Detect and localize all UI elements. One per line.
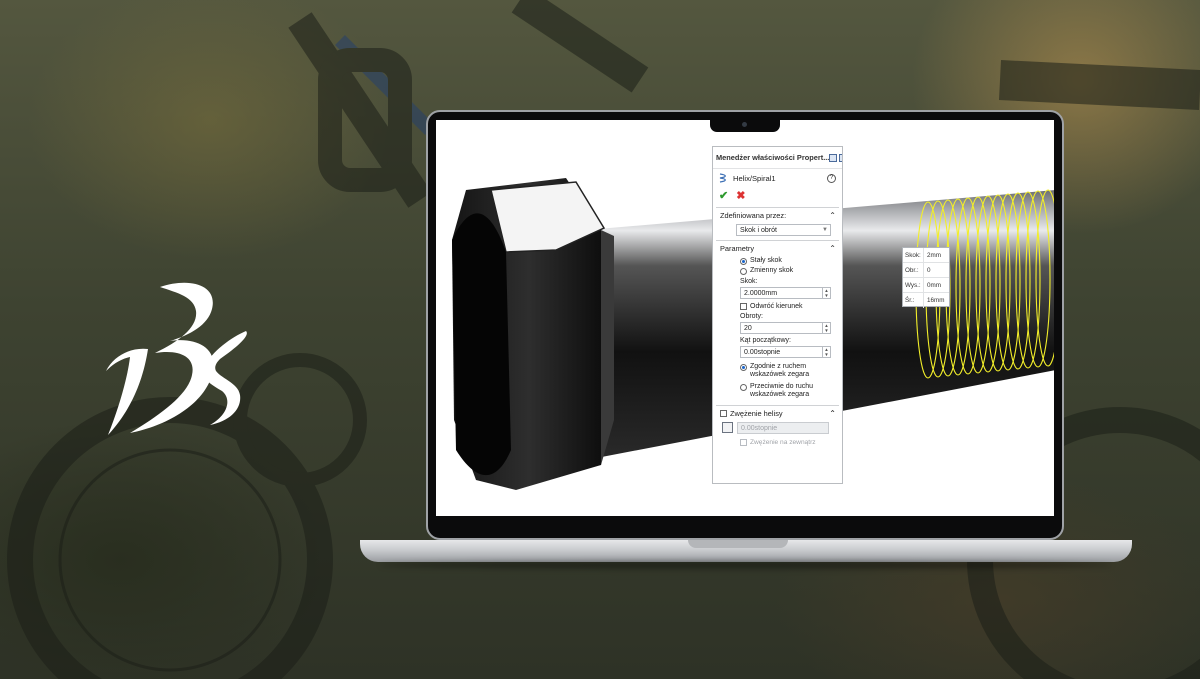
property-manager-panel: Menedżer właściwości Propert... Helix/Sp…: [712, 146, 843, 484]
taper-angle-input: 0.00stopnie: [737, 422, 829, 434]
callout-row: Skok: 2mm: [903, 248, 949, 263]
property-manager-title: Menedżer właściwości Propert...: [716, 153, 830, 162]
taper-checkbox[interactable]: [720, 409, 727, 417]
push-pin-icon[interactable]: [839, 153, 842, 162]
radio-icon[interactable]: [740, 268, 747, 275]
dimension-callout[interactable]: Skok: 2mm Obr.: 0 Wys.: 0mm Śr.: 16mm: [902, 247, 950, 308]
pitch-value: 2.0000mm: [744, 289, 778, 297]
accept-check-icon[interactable]: ✔: [719, 189, 728, 202]
revolutions-label: Obroty:: [740, 313, 763, 320]
callout-value[interactable]: 2mm: [924, 252, 941, 259]
callout-value[interactable]: 16mm: [924, 297, 945, 304]
reverse-direction-label: Odwróć kierunek: [750, 303, 803, 310]
cancel-x-icon[interactable]: ✖: [736, 189, 745, 202]
checkbox-icon: [740, 439, 747, 446]
start-angle-value: 0.00stopnie: [744, 348, 781, 356]
start-angle-label: Kąt początkowy:: [740, 337, 791, 344]
3ds-logo-icon: [106, 282, 247, 435]
chevron-up-icon[interactable]: ⌃: [829, 244, 836, 253]
counterclockwise-radio[interactable]: Przeciwnie do ruchu wskazówek zegara: [716, 383, 839, 399]
checkbox-icon[interactable]: [740, 303, 747, 310]
defined-by-label: Zdefiniowana przez:: [720, 210, 787, 220]
chevron-down-icon: ▼: [822, 227, 828, 233]
camera-icon: [742, 122, 747, 127]
counterclockwise-label-line1: Przeciwnie do ruchu: [750, 383, 814, 390]
spin-arrows-icon[interactable]: ▲ ▼: [822, 288, 830, 298]
callout-row: Obr.: 0: [903, 263, 949, 278]
clockwise-label-line2: wskazówek zegara: [750, 371, 810, 378]
confirm-row: ✔ ✖: [713, 187, 842, 203]
revolutions-input[interactable]: 20 ▲ ▼: [740, 322, 831, 334]
parameters-group: Parametry ⌃ Stały skok Zmienny skok Skok…: [716, 240, 839, 399]
taper-header[interactable]: Zwężenie helisy ⌃: [716, 406, 839, 420]
variable-pitch-radio[interactable]: Zmienny skok: [716, 267, 839, 275]
radio-selected-icon[interactable]: [740, 258, 747, 265]
callout-row: Wys.: 0mm: [903, 278, 949, 293]
laptop-shadow: [380, 561, 1112, 569]
taper-angle-value: 0.00stopnie: [741, 424, 778, 432]
defined-by-header[interactable]: Zdefiniowana przez: ⌃: [716, 208, 839, 222]
reverse-direction-checkbox[interactable]: Odwróć kierunek: [716, 303, 839, 310]
parameters-label: Parametry: [720, 243, 755, 253]
callout-value[interactable]: 0: [924, 267, 931, 274]
defined-by-value: Skok i obrót: [740, 226, 777, 234]
clockwise-radio[interactable]: Zgodnie z ruchem wskazówek zegara: [716, 363, 839, 379]
spin-arrows-icon[interactable]: ▲ ▼: [822, 347, 830, 357]
counterclockwise-label-line2: wskazówek zegara: [750, 391, 810, 398]
start-angle-input[interactable]: 0.00stopnie ▲ ▼: [740, 346, 831, 358]
spin-arrows-icon[interactable]: ▲ ▼: [822, 323, 830, 333]
taper-outward-checkbox: Zwężenie na zewnątrz: [716, 439, 839, 446]
taper-outward-label: Zwężenie na zewnątrz: [750, 439, 816, 446]
taper-label: Zwężenie helisy: [730, 408, 783, 418]
counterclockwise-label: Przeciwnie do ruchu wskazówek zegara: [750, 383, 813, 399]
pitch-input[interactable]: 2.0000mm ▲ ▼: [740, 287, 831, 299]
clockwise-label: Zgodnie z ruchem wskazówek zegara: [750, 363, 809, 379]
pin-icon[interactable]: [829, 153, 838, 162]
feature-row: Helix/Spiral1 ?: [713, 169, 842, 187]
callout-key: Śr.:: [903, 293, 924, 308]
defined-by-select[interactable]: Skok i obrót ▼: [736, 224, 831, 236]
defined-by-group: Zdefiniowana przez: ⌃ Skok i obrót ▼: [716, 207, 839, 236]
taper-angle-icon: [722, 422, 733, 433]
chevron-up-icon[interactable]: ⌃: [829, 409, 836, 418]
helix-feature-icon: [719, 173, 726, 183]
callout-key: Skok:: [903, 248, 924, 262]
constant-pitch-label: Stały skok: [750, 257, 782, 264]
radio-icon[interactable]: [740, 384, 747, 391]
pitch-label: Skok:: [740, 278, 758, 285]
callout-key: Obr.:: [903, 263, 924, 277]
constant-pitch-radio[interactable]: Stały skok: [716, 257, 839, 265]
property-manager-header: Menedżer właściwości Propert...: [713, 147, 842, 169]
taper-group: Zwężenie helisy ⌃ 0.00stopnie Zwężenie n…: [716, 405, 839, 446]
feature-name: Helix/Spiral1: [733, 173, 776, 183]
variable-pitch-label: Zmienny skok: [750, 267, 794, 274]
callout-key: Wys.:: [903, 278, 924, 292]
callout-row: Śr.: 16mm: [903, 293, 949, 308]
revolutions-value: 20: [744, 324, 752, 332]
radio-selected-icon[interactable]: [740, 364, 747, 371]
chevron-up-icon[interactable]: ⌃: [829, 211, 836, 220]
laptop-base-lip: [688, 540, 788, 548]
parameters-header[interactable]: Parametry ⌃: [716, 241, 839, 255]
callout-value[interactable]: 0mm: [924, 282, 941, 289]
help-icon[interactable]: ?: [827, 173, 836, 183]
clockwise-label-line1: Zgodnie z ruchem: [750, 363, 807, 370]
